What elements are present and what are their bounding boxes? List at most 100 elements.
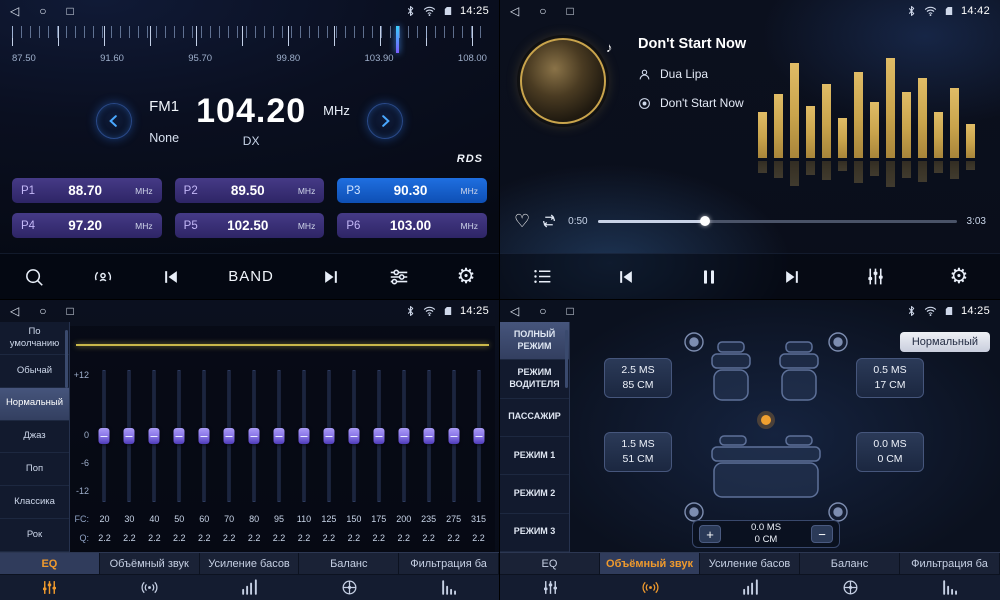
- eq-band-slider[interactable]: [142, 370, 167, 502]
- back-icon[interactable]: ◁: [510, 5, 519, 17]
- eq-band-slider[interactable]: [391, 370, 416, 502]
- seek-down-button[interactable]: [96, 103, 132, 139]
- tab-icon-bass-boost[interactable]: [200, 575, 300, 600]
- eq-band-slider[interactable]: [466, 370, 491, 502]
- eq-preset-item[interactable]: Классика: [0, 486, 69, 519]
- recents-icon[interactable]: □: [566, 305, 573, 317]
- delay-decrease-button[interactable]: −: [811, 525, 833, 543]
- back-icon[interactable]: ◁: [510, 305, 519, 317]
- tab-icon-eq[interactable]: [0, 575, 100, 600]
- eq-slider-knob[interactable]: [174, 428, 185, 444]
- preset-button[interactable]: P3 90.30 MHz: [337, 178, 487, 203]
- back-icon[interactable]: ◁: [10, 305, 19, 317]
- surround-preset-button[interactable]: Нормальный: [900, 332, 990, 352]
- tab-icon-filter[interactable]: [399, 575, 499, 600]
- tab-icon-bass-boost[interactable]: [700, 575, 800, 600]
- audio-tab[interactable]: Усиление басов: [200, 553, 300, 574]
- playlist-button[interactable]: [532, 266, 553, 287]
- radio-program-button[interactable]: [92, 266, 114, 288]
- audio-tab[interactable]: EQ: [500, 553, 600, 574]
- audio-tab[interactable]: Баланс: [800, 553, 900, 574]
- audio-tab[interactable]: Объёмный звук: [100, 553, 200, 574]
- audio-tab[interactable]: Фильтрация ба: [399, 553, 499, 574]
- front-right-delay[interactable]: 0.5 MS 17 CM: [856, 358, 924, 398]
- eq-slider-knob[interactable]: [423, 428, 434, 444]
- delay-increase-button[interactable]: +: [699, 525, 721, 543]
- eq-band-slider[interactable]: [92, 370, 117, 502]
- eq-band-slider[interactable]: [192, 370, 217, 502]
- tab-icon-balance[interactable]: [299, 575, 399, 600]
- eq-slider-knob[interactable]: [149, 428, 160, 444]
- repeat-button[interactable]: [540, 212, 558, 230]
- preset-button[interactable]: P4 97.20 MHz: [12, 213, 162, 238]
- eq-slider-knob[interactable]: [448, 428, 459, 444]
- next-track-button[interactable]: [782, 267, 802, 287]
- eq-slider-knob[interactable]: [473, 428, 484, 444]
- eq-slider-knob[interactable]: [298, 428, 309, 444]
- tab-icon-eq[interactable]: [500, 575, 600, 600]
- eq-band-slider[interactable]: [167, 370, 192, 502]
- seek-knob[interactable]: [700, 216, 710, 226]
- eq-slider-knob[interactable]: [323, 428, 334, 444]
- preset-button[interactable]: P2 89.50 MHz: [175, 178, 325, 203]
- audio-tab[interactable]: Усиление басов: [700, 553, 800, 574]
- eq-band-slider[interactable]: [217, 370, 242, 502]
- eq-band-slider[interactable]: [441, 370, 466, 502]
- next-station-button[interactable]: [321, 267, 341, 287]
- home-icon[interactable]: ○: [39, 5, 46, 17]
- eq-slider-knob[interactable]: [348, 428, 359, 444]
- tab-icon-balance[interactable]: [800, 575, 900, 600]
- rear-left-delay[interactable]: 1.5 MS 51 CM: [604, 432, 672, 472]
- preset-button[interactable]: P5 102.50 MHz: [175, 213, 325, 238]
- preset-button[interactable]: P1 88.70 MHz: [12, 178, 162, 203]
- seek-up-button[interactable]: [367, 103, 403, 139]
- listening-mode-item[interactable]: РЕЖИМ 1: [500, 437, 569, 475]
- listening-mode-item[interactable]: РЕЖИМ 3: [500, 514, 569, 552]
- tab-icon-surround[interactable]: [600, 575, 700, 600]
- eq-band-slider[interactable]: [416, 370, 441, 502]
- eq-slider-knob[interactable]: [398, 428, 409, 444]
- band-button[interactable]: BAND: [228, 268, 274, 285]
- rear-right-delay[interactable]: 0.0 MS 0 CM: [856, 432, 924, 472]
- eq-slider-knob[interactable]: [199, 428, 210, 444]
- eq-preset-item[interactable]: Джаз: [0, 421, 69, 454]
- recents-icon[interactable]: □: [66, 5, 73, 17]
- eq-band-slider[interactable]: [366, 370, 391, 502]
- preset-button[interactable]: P6 103.00 MHz: [337, 213, 487, 238]
- home-icon[interactable]: ○: [39, 305, 46, 317]
- audio-tab[interactable]: Баланс: [299, 553, 399, 574]
- eq-preset-item[interactable]: Рок: [0, 519, 69, 552]
- eq-slider-knob[interactable]: [373, 428, 384, 444]
- favorite-button[interactable]: ♡: [514, 212, 530, 230]
- recents-icon[interactable]: □: [66, 305, 73, 317]
- search-stations-button[interactable]: [23, 266, 45, 288]
- previous-track-button[interactable]: [616, 267, 636, 287]
- settings-button[interactable]: ⚙: [950, 266, 969, 287]
- eq-band-slider[interactable]: [117, 370, 142, 502]
- eq-preset-item[interactable]: Нормальный: [0, 388, 69, 421]
- home-icon[interactable]: ○: [539, 305, 546, 317]
- audio-tab[interactable]: Фильтрация ба: [900, 553, 1000, 574]
- listening-mode-item[interactable]: ПАССАЖИР: [500, 399, 569, 437]
- home-icon[interactable]: ○: [539, 5, 546, 17]
- eq-slider-knob[interactable]: [99, 428, 110, 444]
- eq-preset-item[interactable]: Обычай: [0, 355, 69, 388]
- listening-mode-item[interactable]: РЕЖИМ 2: [500, 475, 569, 513]
- previous-station-button[interactable]: [161, 267, 181, 287]
- eq-band-slider[interactable]: [316, 370, 341, 502]
- eq-slider-knob[interactable]: [274, 428, 285, 444]
- eq-preset-item[interactable]: Поп: [0, 453, 69, 486]
- tab-icon-surround[interactable]: [100, 575, 200, 600]
- seek-bar[interactable]: [598, 220, 957, 223]
- eq-band-slider[interactable]: [267, 370, 292, 502]
- tab-icon-filter[interactable]: [900, 575, 1000, 600]
- tuner-scale[interactable]: 87.5091.6095.7099.80103.90108.00: [12, 26, 487, 70]
- recents-icon[interactable]: □: [566, 5, 573, 17]
- listening-mode-item[interactable]: РЕЖИМ ВОДИТЕЛЯ: [500, 360, 569, 398]
- audio-tab[interactable]: EQ: [0, 553, 100, 574]
- eq-band-slider[interactable]: [341, 370, 366, 502]
- settings-button[interactable]: ⚙: [457, 266, 476, 287]
- eq-slider-knob[interactable]: [249, 428, 260, 444]
- audio-settings-button[interactable]: [388, 266, 410, 288]
- eq-band-slider[interactable]: [292, 370, 317, 502]
